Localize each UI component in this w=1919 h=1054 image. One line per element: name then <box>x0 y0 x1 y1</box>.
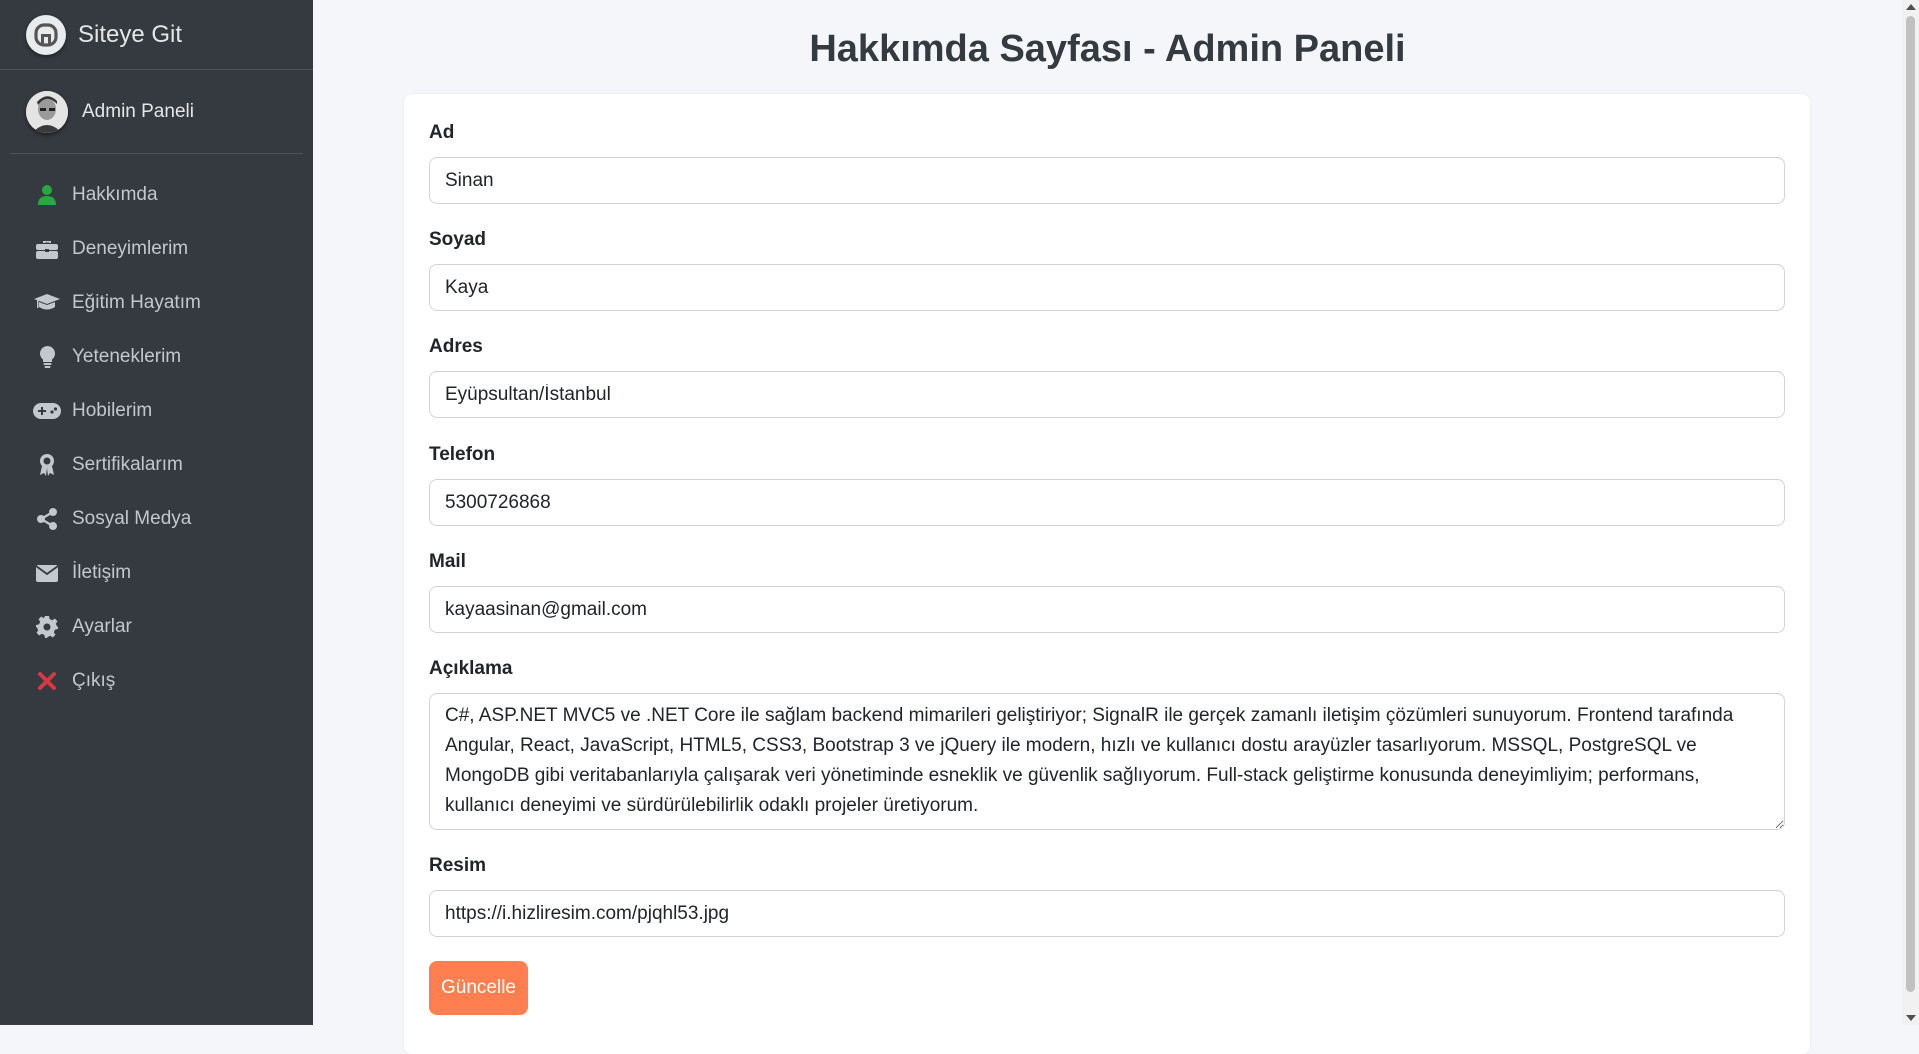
scroll-thumb[interactable] <box>1906 16 1915 992</box>
soyad-label: Soyad <box>429 229 487 250</box>
mail-label: Mail <box>429 551 466 572</box>
user-icon <box>32 183 62 207</box>
sidebar-item-yeteneklerim[interactable]: Yeteneklerim <box>0 330 313 384</box>
brand-text[interactable]: Siteye Git <box>78 21 182 49</box>
sidebar-item-label: Deneyimlerim <box>72 238 189 259</box>
field-resim: Resim <box>429 855 1785 937</box>
scroll-up-icon[interactable] <box>1906 4 1916 10</box>
sidebar-item-sosyal-medya[interactable]: Sosyal Medya <box>0 492 313 546</box>
sidebar-item-hakkimda[interactable]: Hakkımda <box>0 168 313 222</box>
update-button[interactable]: Güncelle <box>429 961 528 1015</box>
field-soyad: Soyad <box>429 229 1785 311</box>
sidebar-item-sertifikalarim[interactable]: Sertifikalarım <box>0 438 313 492</box>
user-name: Admin Paneli <box>82 100 194 122</box>
resim-label: Resim <box>429 855 487 876</box>
aciklama-label: Açıklama <box>429 658 513 679</box>
sidebar-item-label: Hobilerim <box>72 400 153 421</box>
ad-label: Ad <box>429 122 455 143</box>
brand-logo-icon <box>26 14 66 55</box>
page-title: Hakkımda Sayfası - Admin Paneli <box>809 28 1406 70</box>
sidebar-item-label: Yeteneklerim <box>72 346 182 367</box>
close-icon <box>32 669 62 693</box>
sidebar-item-label: Sertifikalarım <box>72 454 183 475</box>
brand-link[interactable]: Siteye Git <box>0 0 313 70</box>
main-content: Hakkımda Sayfası - Admin Paneli Ad Soyad… <box>313 0 1919 1054</box>
field-aciklama: Açıklama C#, ASP.NET MVC5 ve .NET Core i… <box>429 658 1785 830</box>
sidebar-item-label: Eğitim Hayatım <box>72 292 201 313</box>
sidebar-nav: Hakkımda Deneyimlerim Eğitim Hayatım Yet… <box>0 154 313 708</box>
sidebar-item-label: İletişim <box>72 562 132 583</box>
telefon-label: Telefon <box>429 444 496 465</box>
sidebar-item-ayarlar[interactable]: Ayarlar <box>0 600 313 654</box>
envelope-icon <box>32 561 62 585</box>
about-form: Ad Soyad Adres Telefon Mail Açıklama C#,… <box>404 94 1810 1054</box>
field-telefon: Telefon <box>429 444 1785 526</box>
scroll-down-icon[interactable] <box>1906 1015 1916 1021</box>
lightbulb-icon <box>32 345 62 369</box>
telefon-input[interactable] <box>429 479 1785 526</box>
sidebar-item-deneyimlerim[interactable]: Deneyimlerim <box>0 222 313 276</box>
sidebar-item-egitim-hayatim[interactable]: Eğitim Hayatım <box>0 276 313 330</box>
sidebar-item-cikis[interactable]: Çıkış <box>0 654 313 708</box>
sidebar-item-hobilerim[interactable]: Hobilerim <box>0 384 313 438</box>
adres-input[interactable] <box>429 371 1785 418</box>
ad-input[interactable] <box>429 157 1785 204</box>
award-icon <box>32 453 62 477</box>
sidebar-item-label: Hakkımda <box>72 184 158 205</box>
briefcase-icon <box>32 237 62 261</box>
sidebar-item-label: Çıkış <box>72 670 116 691</box>
field-mail: Mail <box>429 551 1785 633</box>
field-ad: Ad <box>429 122 1785 204</box>
resim-input[interactable] <box>429 890 1785 937</box>
user-panel: Admin Paneli <box>10 70 303 154</box>
avatar <box>26 90 68 133</box>
adres-label: Adres <box>429 336 483 357</box>
gear-icon <box>32 615 62 639</box>
sidebar: Siteye Git Admin Paneli Hakkımda Deneyim… <box>0 0 313 1025</box>
graduation-cap-icon <box>32 291 62 315</box>
gamepad-icon <box>32 399 62 423</box>
aciklama-textarea[interactable]: C#, ASP.NET MVC5 ve .NET Core ile sağlam… <box>429 693 1785 830</box>
field-adres: Adres <box>429 336 1785 418</box>
mail-input[interactable] <box>429 586 1785 633</box>
soyad-input[interactable] <box>429 264 1785 311</box>
sidebar-item-label: Ayarlar <box>72 616 132 637</box>
share-icon <box>32 507 62 531</box>
vertical-scrollbar[interactable] <box>1902 0 1919 1025</box>
sidebar-item-label: Sosyal Medya <box>72 508 192 529</box>
sidebar-item-iletisim[interactable]: İletişim <box>0 546 313 600</box>
